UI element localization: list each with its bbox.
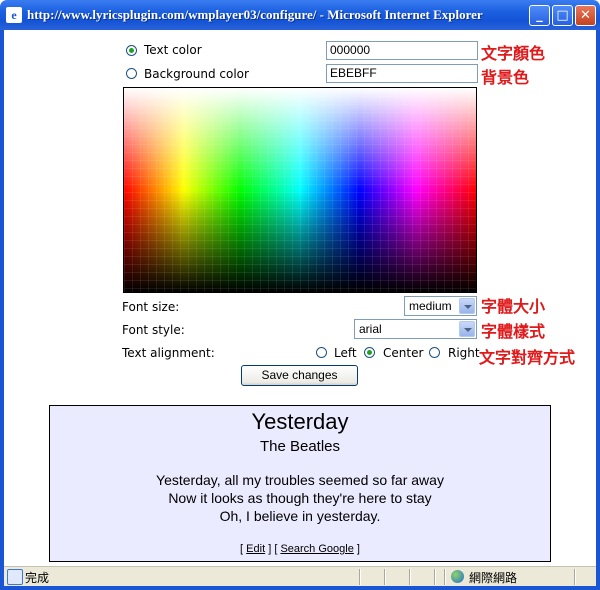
font-style-label: Font style: [122,323,185,337]
align-center-radio[interactable] [364,347,375,358]
font-style-value: arial [359,322,382,336]
edit-link[interactable]: Edit [246,543,265,555]
font-style-select[interactable]: arial [354,319,477,339]
text-color-radio[interactable] [126,45,137,56]
preview-links: [ Edit ] [ Search Google ] [50,543,550,555]
status-bar: 完成 網際網路 [4,566,596,587]
font-size-value: medium [409,299,452,313]
bracket: [ [240,543,244,555]
chevron-down-icon[interactable] [459,298,475,314]
divider [434,569,436,585]
font-size-label: Font size: [122,300,180,314]
minimize-button[interactable]: _ [529,5,550,26]
lyrics-preview: Yesterday The Beatles Yesterday, all my … [49,405,551,562]
bracket: ] [356,543,360,555]
font-size-select[interactable]: medium [404,296,477,316]
save-changes-button[interactable]: Save changes [241,365,358,386]
divider [359,569,361,585]
annotation-bg-color: 背景色 [481,68,530,87]
divider [444,569,446,585]
chevron-down-icon[interactable] [459,321,475,337]
window-title: http://www.lyricsplugin.com/wmplayer03/c… [27,7,483,22]
lyric-line: Oh, I believe in yesterday. [219,508,381,524]
bracket: ] [ [268,543,278,555]
annotation-font-size: 字體大小 [481,297,546,316]
status-text: 完成 [25,571,50,585]
text-color-label: Text color [144,43,202,57]
maximize-button[interactable]: □ [552,5,573,26]
align-center-label: Center [383,346,424,360]
align-right-radio[interactable] [429,347,440,358]
align-left-label: Left [334,346,357,360]
window-frame-right [596,30,600,590]
divider [409,569,411,585]
lyric-line: Yesterday, all my troubles seemed so far… [156,472,444,488]
search-google-link[interactable]: Search Google [280,543,353,555]
text-alignment-label: Text alignment: [122,346,215,360]
window-frame-bottom [0,586,600,590]
align-left-radio[interactable] [316,347,327,358]
align-right-label: Right [448,346,480,360]
background-color-radio[interactable] [126,68,137,79]
song-artist: The Beatles [259,438,341,455]
song-title: Yesterday [251,409,349,434]
close-button[interactable]: ✕ [575,5,596,26]
background-color-input[interactable]: EBEBFF [326,64,478,83]
annotation-text-color: 文字顏色 [481,44,546,63]
zone-text: 網際網路 [469,571,518,585]
annotation-text-align: 文字對齊方式 [479,348,576,367]
color-palette[interactable] [123,87,477,293]
divider [574,569,576,585]
lyric-line: Now it looks as though they're here to s… [168,490,432,506]
text-color-input[interactable]: 000000 [326,41,478,60]
page-icon [7,569,23,585]
title-bar: e http://www.lyricsplugin.com/wmplayer03… [0,0,600,30]
background-color-label: Background color [144,67,249,81]
page-content: Text color 000000 文字顏色 Background color … [4,30,596,566]
ie-icon: e [6,7,22,23]
divider [384,569,386,585]
annotation-font-style: 字體樣式 [481,322,546,341]
globe-icon [451,570,464,583]
